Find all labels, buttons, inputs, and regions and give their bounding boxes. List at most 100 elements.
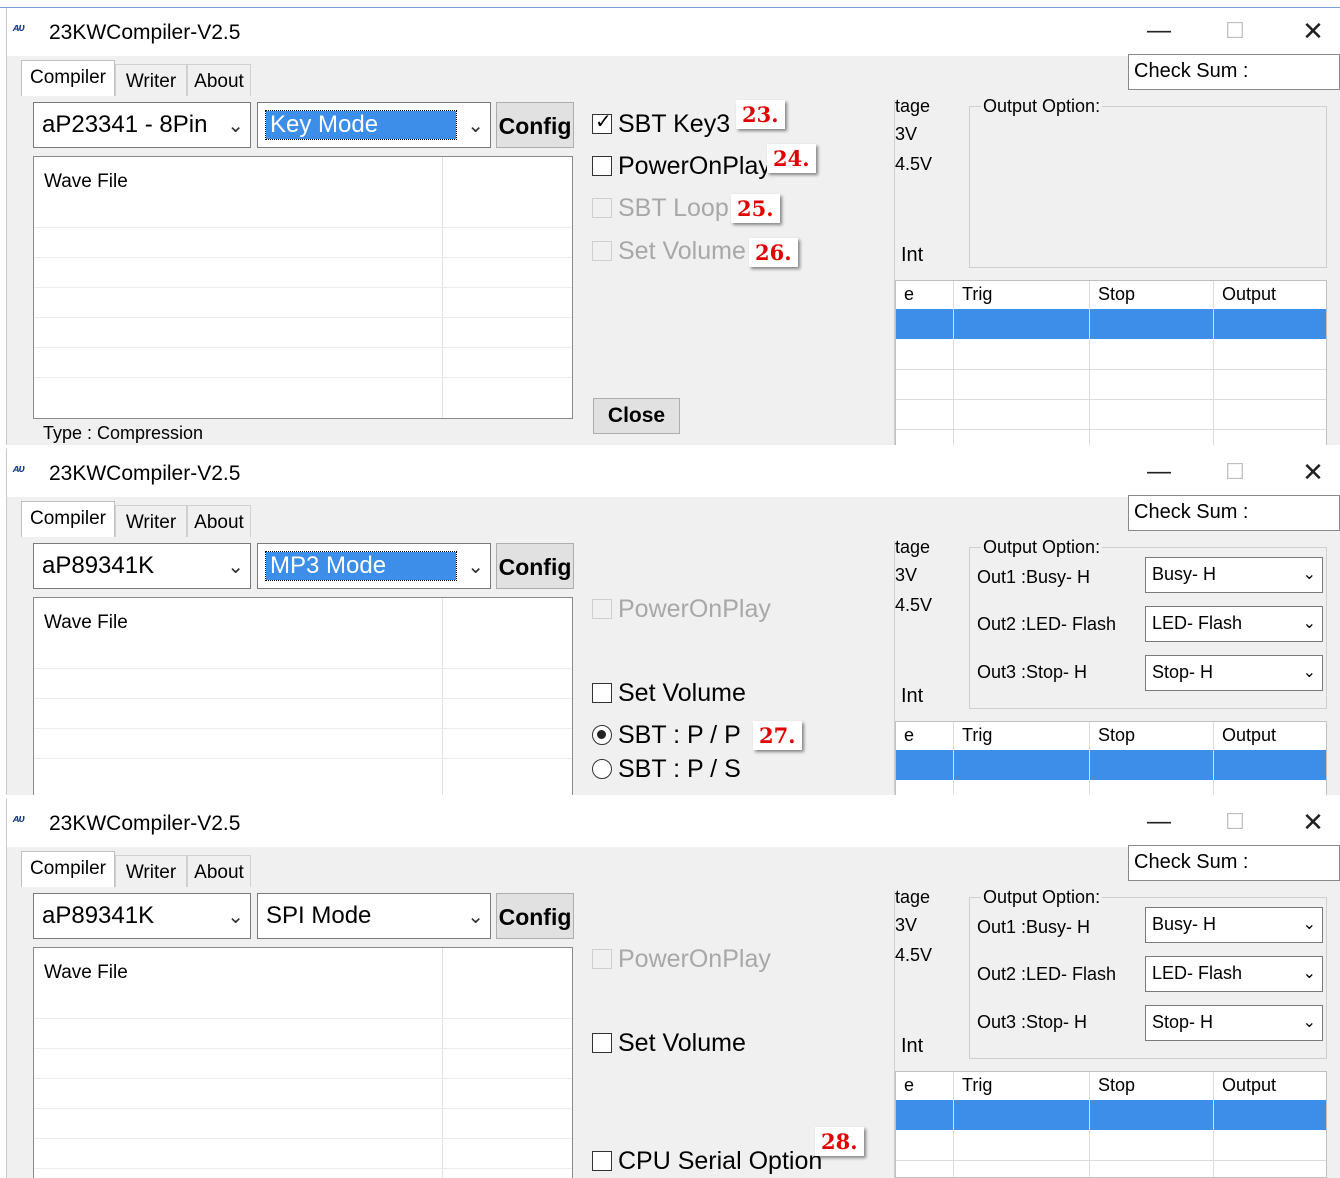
col-header-output: Output xyxy=(1213,1072,1326,1100)
wave-file-header: Wave File xyxy=(44,612,128,633)
checkbox-cpu-serial-option[interactable]: CPU Serial Option xyxy=(592,1147,822,1176)
minimize-icon[interactable]: — xyxy=(1139,14,1179,48)
checkbox-poweronplay[interactable]: PowerOnPlay xyxy=(592,152,771,181)
row-line xyxy=(34,758,572,759)
annotation-badge: 25. xyxy=(731,194,780,223)
voltage-3v: 3V xyxy=(895,915,918,935)
tab-writer[interactable]: Writer xyxy=(115,505,187,537)
tab-about[interactable]: About xyxy=(187,505,251,537)
maximize-icon[interactable]: ☐ xyxy=(1215,455,1255,489)
out1-select[interactable]: Busy- H ⌄ xyxy=(1145,907,1323,943)
check-icon: ✓ xyxy=(595,111,612,133)
tab-writer[interactable]: Writer xyxy=(115,855,187,887)
chip-value: aP89341K xyxy=(42,902,155,929)
checkbox-set-volume[interactable]: Set Volume xyxy=(592,1029,746,1058)
row-line xyxy=(34,668,572,669)
window-key-mode: ᴀᴜ 23KWCompiler-V2.5 — ☐ ✕ Compiler Writ… xyxy=(6,8,1340,445)
voltage-3v: 3V xyxy=(895,124,918,144)
row-line xyxy=(34,1018,572,1019)
title-bar: ᴀᴜ 23KWCompiler-V2.5 — ☐ ✕ xyxy=(7,799,1340,847)
close-button[interactable]: Close xyxy=(593,398,680,434)
config-button[interactable]: Config xyxy=(496,893,574,939)
chevron-down-icon: ⌄ xyxy=(227,556,244,578)
tab-about[interactable]: About xyxy=(187,855,251,887)
chip-select[interactable]: aP89341K ⌄ xyxy=(33,893,251,939)
tab-about[interactable]: About xyxy=(187,64,251,96)
wave-file-list[interactable]: Wave File xyxy=(33,597,573,795)
checkbox-set-volume[interactable]: Set Volume xyxy=(592,679,746,708)
chip-value: aP89341K xyxy=(42,552,155,579)
grid-line xyxy=(953,281,954,445)
trigger-table[interactable]: e Trig Stop Output xyxy=(895,721,1327,795)
window-spi-mode: ᴀᴜ 23KWCompiler-V2.5 — ☐ ✕ Compiler Writ… xyxy=(6,799,1340,1178)
chip-select[interactable]: aP23341 - 8Pin ⌄ xyxy=(33,102,251,148)
chevron-down-icon: ⌄ xyxy=(1302,664,1316,681)
col-header: e xyxy=(904,1075,915,1095)
out3-label: Out3 :Stop- H xyxy=(977,1012,1088,1032)
selected-row[interactable] xyxy=(896,309,1326,339)
trigger-table[interactable]: e Trig Stop Output xyxy=(895,1071,1327,1178)
tab-writer[interactable]: Writer xyxy=(115,64,187,96)
out1-select[interactable]: Busy- H ⌄ xyxy=(1145,557,1323,593)
close-icon[interactable]: ✕ xyxy=(1293,455,1333,489)
selected-row[interactable] xyxy=(896,750,1326,780)
checksum-field: Check Sum : xyxy=(1128,845,1340,881)
mode-value: MP3 Mode xyxy=(265,551,457,581)
out3-value: Stop- H xyxy=(1152,662,1214,682)
checkbox-label: PowerOnPlay xyxy=(618,595,771,623)
close-icon[interactable]: ✕ xyxy=(1293,805,1333,839)
col-header-output: Output xyxy=(1213,722,1326,750)
checkbox-sbt-key3[interactable]: ✓ SBT Key3 xyxy=(592,110,730,139)
top-strip xyxy=(0,0,1340,8)
int-label: Int xyxy=(901,1035,924,1057)
chevron-down-icon: ⌄ xyxy=(227,115,244,137)
mode-select[interactable]: SPI Mode ⌄ xyxy=(257,893,491,939)
radio-sbt-pp[interactable]: SBT : P / P xyxy=(592,721,741,750)
radio-sbt-ps[interactable]: SBT : P / S xyxy=(592,755,741,784)
tab-compiler[interactable]: Compiler xyxy=(21,851,115,887)
app-icon: ᴀᴜ xyxy=(13,813,25,825)
checkbox-label: Set Volume xyxy=(618,679,746,707)
chip-select[interactable]: aP89341K ⌄ xyxy=(33,543,251,589)
chevron-down-icon: ⌄ xyxy=(1302,615,1316,632)
config-button[interactable]: Config xyxy=(496,543,574,589)
out3-select[interactable]: Stop- H ⌄ xyxy=(1145,1005,1323,1041)
voltage-3v: 3V xyxy=(895,565,918,585)
col-header-stop: Stop xyxy=(1089,722,1213,750)
chevron-down-icon: ⌄ xyxy=(1302,1014,1316,1031)
minimize-icon[interactable]: — xyxy=(1139,805,1179,839)
mode-select[interactable]: MP3 Mode ⌄ xyxy=(257,543,491,589)
col-header-trig: Trig xyxy=(953,722,1089,750)
out3-select[interactable]: Stop- H ⌄ xyxy=(1145,655,1323,691)
row-line xyxy=(34,227,572,228)
out2-select[interactable]: LED- Flash ⌄ xyxy=(1145,606,1323,642)
row-line xyxy=(34,698,572,699)
voltage-45v: 4.5V xyxy=(895,154,933,174)
tab-compiler[interactable]: Compiler xyxy=(21,60,115,96)
minimize-icon[interactable]: — xyxy=(1139,455,1179,489)
maximize-icon[interactable]: ☐ xyxy=(1215,14,1255,48)
wave-file-list[interactable]: Wave File xyxy=(33,156,573,419)
row-line xyxy=(34,347,572,348)
row-line xyxy=(34,257,572,258)
config-button[interactable]: Config xyxy=(496,102,574,148)
maximize-icon[interactable]: ☐ xyxy=(1215,805,1255,839)
window-title: 23KWCompiler-V2.5 xyxy=(49,462,241,485)
tab-compiler[interactable]: Compiler xyxy=(21,501,115,537)
column-separator xyxy=(442,598,443,795)
voltage-label: tage xyxy=(895,96,931,116)
mode-select[interactable]: Key Mode ⌄ xyxy=(257,102,491,148)
trigger-table[interactable]: e Trig Stop Output xyxy=(895,280,1327,445)
checkbox-poweronplay: PowerOnPlay xyxy=(592,595,771,624)
close-icon[interactable]: ✕ xyxy=(1293,14,1333,48)
out2-select[interactable]: LED- Flash ⌄ xyxy=(1145,956,1323,992)
checkbox-set-volume: Set Volume xyxy=(592,237,746,266)
selected-row[interactable] xyxy=(896,1100,1326,1130)
checkbox-poweronplay: PowerOnPlay xyxy=(592,945,771,974)
grid-line xyxy=(1089,722,1090,795)
chevron-down-icon: ⌄ xyxy=(467,115,484,137)
title-bar: ᴀᴜ 23KWCompiler-V2.5 — ☐ ✕ xyxy=(7,8,1340,56)
config-dialog: ✓ SBT Key3 PowerOnPlay SBT Loop Set Volum… xyxy=(582,100,895,445)
wave-file-list[interactable]: Wave File xyxy=(33,947,573,1178)
annotation-badge: 23. xyxy=(736,100,785,129)
